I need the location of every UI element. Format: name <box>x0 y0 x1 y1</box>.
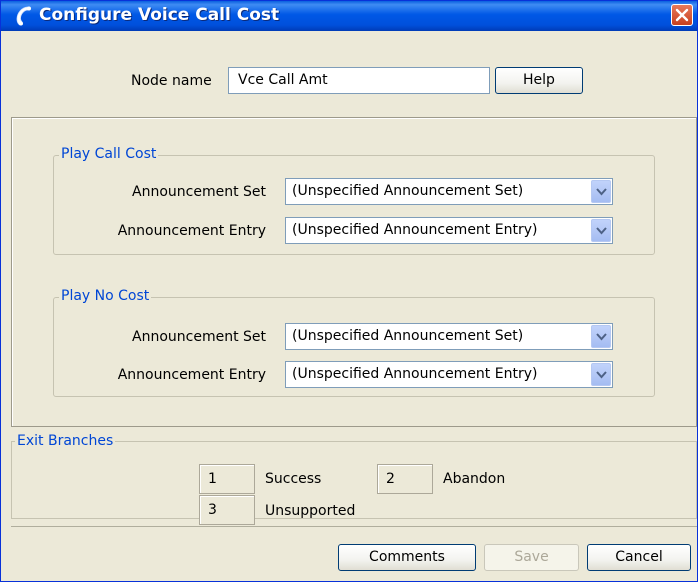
announcement-entry-label: Announcement Entry <box>117 367 266 383</box>
save-button[interactable]: Save <box>484 544 579 571</box>
play-call-cost-title: Play Call Cost <box>59 146 159 162</box>
title-bar[interactable]: Configure Voice Call Cost <box>1 1 697 31</box>
selected-value: (Unspecified Announcement Entry) <box>292 222 538 238</box>
node-name-label: Node name <box>131 73 212 89</box>
exit-branch-number: 2 <box>377 464 433 494</box>
chevron-down-icon[interactable] <box>591 363 611 386</box>
footer-divider <box>11 526 697 527</box>
call-cost-announcement-entry-select[interactable]: (Unspecified Announcement Entry) <box>285 217 613 244</box>
no-cost-announcement-entry-select[interactable]: (Unspecified Announcement Entry) <box>285 361 613 388</box>
exit-branch-label: Abandon <box>443 471 506 487</box>
selected-value: (Unspecified Announcement Set) <box>292 328 524 344</box>
exit-branch-number: 1 <box>199 464 255 494</box>
exit-branches-title: Exit Branches <box>15 433 116 449</box>
announcement-set-label: Announcement Set <box>132 329 266 345</box>
no-cost-announcement-set-select[interactable]: (Unspecified Announcement Set) <box>285 323 613 350</box>
selected-value: (Unspecified Announcement Entry) <box>292 366 538 382</box>
announcement-set-label: Announcement Set <box>132 184 266 200</box>
cancel-button[interactable]: Cancel <box>587 544 691 571</box>
close-button[interactable] <box>671 4 693 26</box>
phone-handset-icon <box>13 5 35 27</box>
node-name-input[interactable]: Vce Call Amt <box>228 67 490 94</box>
comments-button[interactable]: Comments <box>338 544 476 571</box>
exit-branch-number: 3 <box>199 495 255 525</box>
exit-branch-label: Success <box>265 471 322 487</box>
announcement-entry-label: Announcement Entry <box>117 223 266 239</box>
window-title: Configure Voice Call Cost <box>39 5 280 25</box>
exit-branch-label: Unsupported <box>265 503 356 519</box>
selected-value: (Unspecified Announcement Set) <box>292 183 524 199</box>
chevron-down-icon[interactable] <box>591 219 611 242</box>
play-no-cost-title: Play No Cost <box>59 288 152 304</box>
help-button[interactable]: Help <box>495 67 583 94</box>
chevron-down-icon[interactable] <box>591 180 611 203</box>
dialog-window: Configure Voice Call Cost Node name Vce … <box>0 0 698 582</box>
call-cost-announcement-set-select[interactable]: (Unspecified Announcement Set) <box>285 178 613 205</box>
chevron-down-icon[interactable] <box>591 325 611 348</box>
